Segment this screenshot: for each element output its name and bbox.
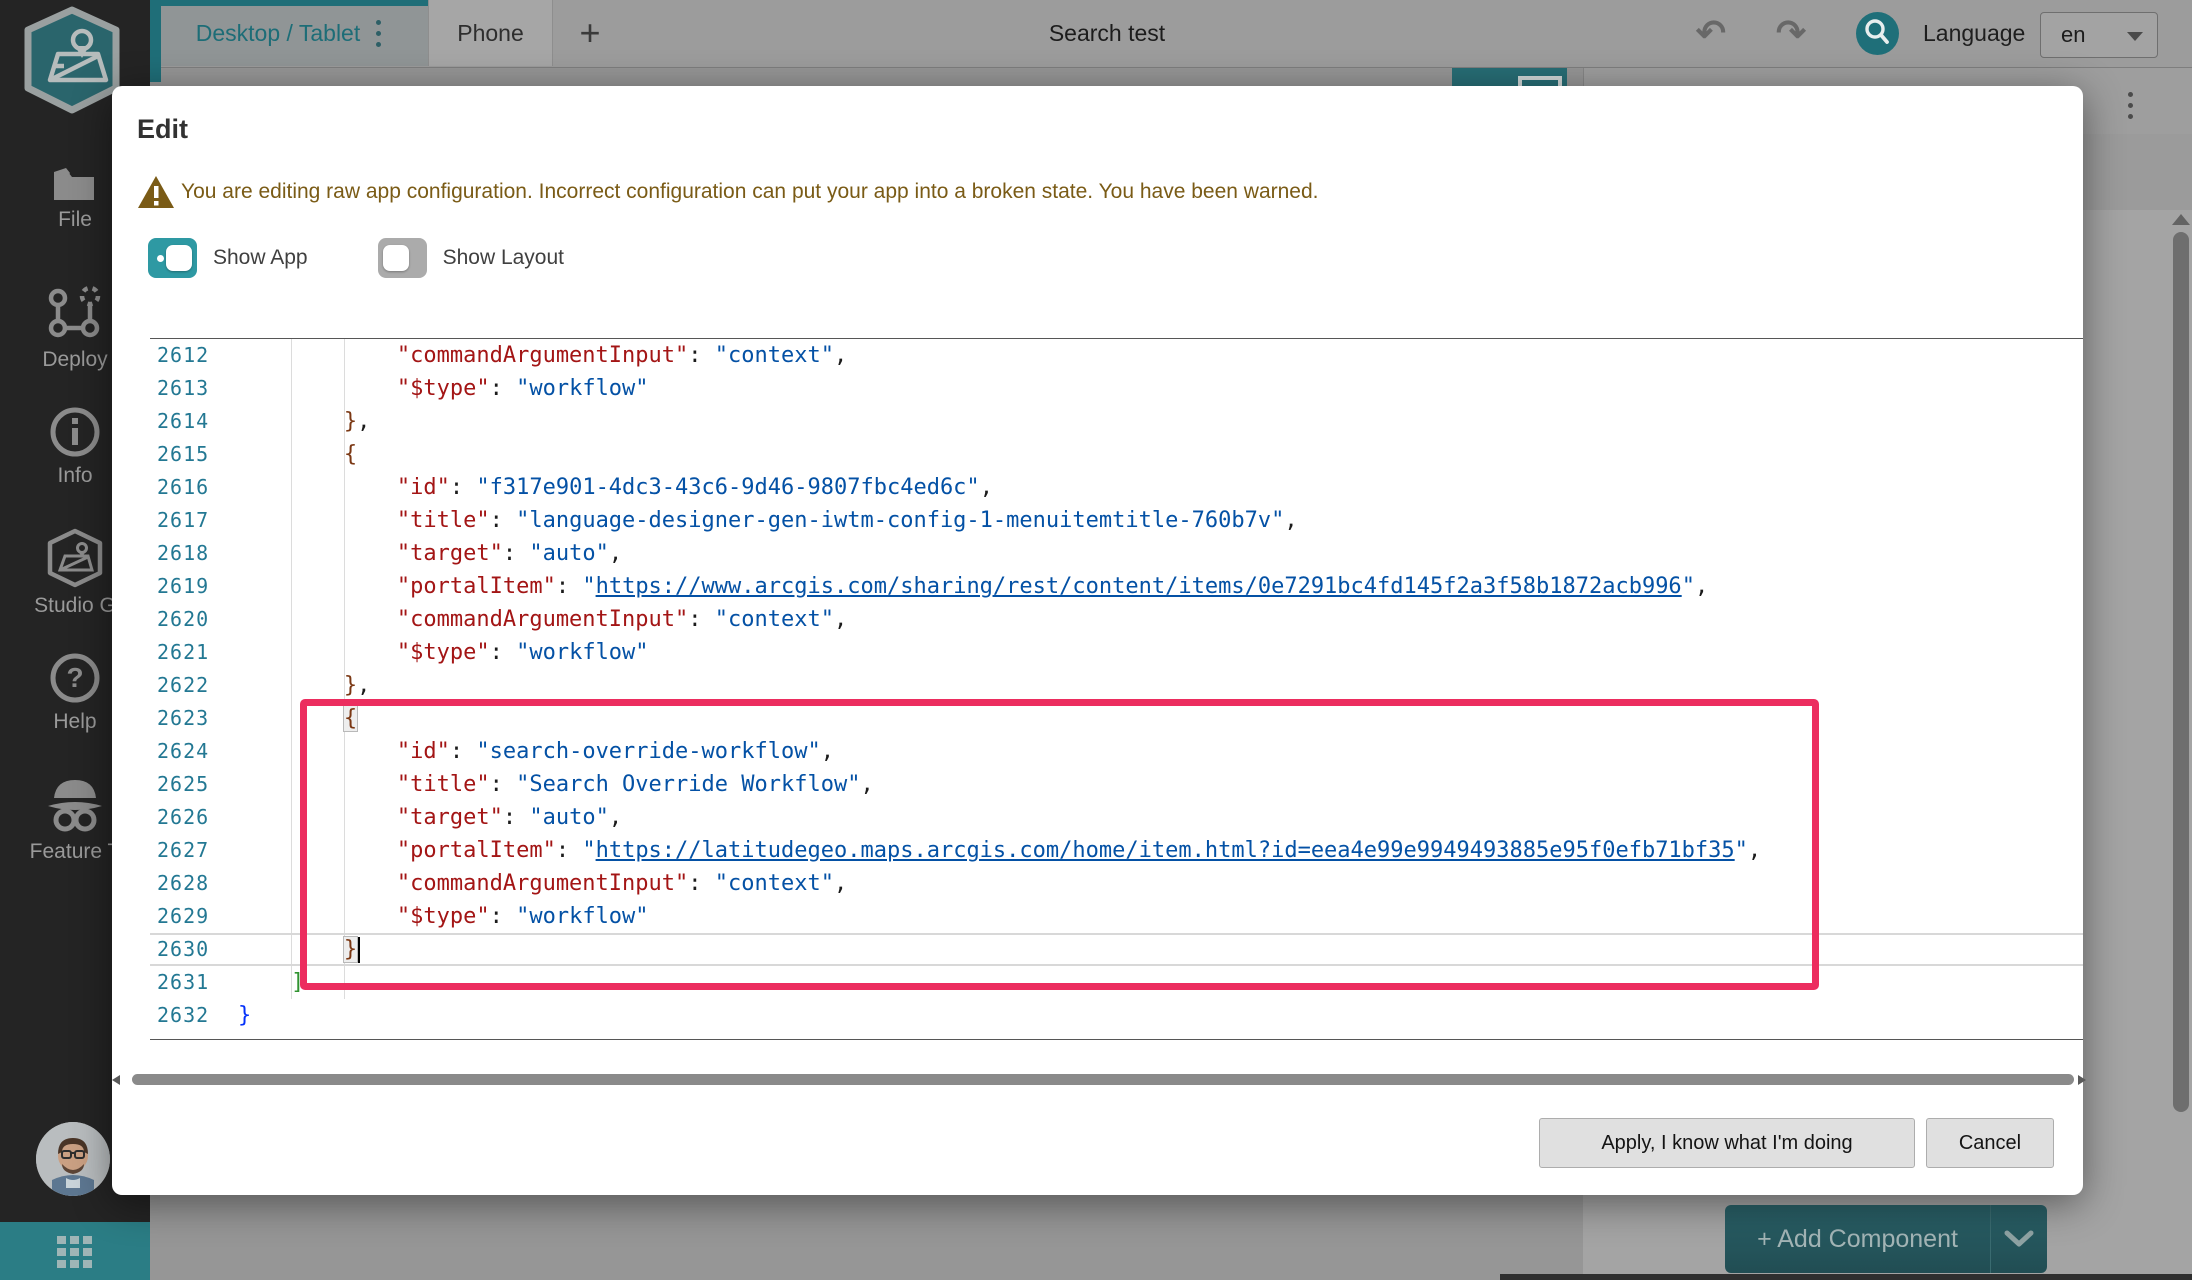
show-app-label: Show App xyxy=(213,246,308,270)
add-tab-button[interactable]: + xyxy=(566,0,614,66)
annotation-highlight-box xyxy=(300,699,1819,990)
code-line-2622[interactable]: 2622}, xyxy=(150,669,2083,702)
code-line-2613[interactable]: 2613"$type": "workflow" xyxy=(150,372,2083,405)
panel-scroll-up-arrow[interactable] xyxy=(2172,214,2190,225)
language-label: Language xyxy=(1923,0,2025,66)
code-line-2612[interactable]: 2612"commandArgumentInput": "context", xyxy=(150,339,2083,372)
warning-text: You are editing raw app configuration. I… xyxy=(181,180,1319,204)
studio-go-icon xyxy=(46,528,104,588)
code-line-2614[interactable]: 2614}, xyxy=(150,405,2083,438)
line-number: 2631 xyxy=(157,966,209,999)
dialog-title: Edit xyxy=(137,114,188,145)
app-root: + Add Component Desktop / Tablet Phone +… xyxy=(0,0,2192,1280)
code-line-2616[interactable]: 2616"id": "f317e901-4dc3-43c6-9d46-9807f… xyxy=(150,471,2083,504)
tab-label: Desktop / Tablet xyxy=(196,20,361,47)
line-number: 2616 xyxy=(157,471,209,504)
scroll-right-arrow[interactable] xyxy=(2078,1075,2086,1085)
panel-kebab-menu-icon[interactable] xyxy=(2128,86,2134,125)
info-icon xyxy=(49,406,101,458)
code-line-2617[interactable]: 2617"title": "language-designer-gen-iwtm… xyxy=(150,504,2083,537)
line-number: 2621 xyxy=(157,636,209,669)
line-number: 2632 xyxy=(157,999,209,1032)
dropdown-caret-icon xyxy=(2127,32,2143,41)
panel-scrollbar[interactable] xyxy=(2173,232,2189,1112)
toggle-knob xyxy=(166,245,192,271)
line-number: 2615 xyxy=(157,438,209,471)
toggle-knob xyxy=(383,245,409,271)
search-icon xyxy=(1856,12,1899,55)
line-number: 2628 xyxy=(157,867,209,900)
show-layout-toggle[interactable] xyxy=(378,238,427,278)
cancel-button[interactable]: Cancel xyxy=(1926,1118,2054,1168)
tab-desktop-tablet[interactable]: Desktop / Tablet xyxy=(150,0,428,66)
line-number: 2624 xyxy=(157,735,209,768)
app-logo[interactable] xyxy=(20,4,124,116)
redo-button[interactable]: ↷ xyxy=(1768,0,1814,66)
tab-phone[interactable]: Phone xyxy=(428,0,553,66)
code-line-2621[interactable]: 2621"$type": "workflow" xyxy=(150,636,2083,669)
line-number: 2619 xyxy=(157,570,209,603)
line-number: 2625 xyxy=(157,768,209,801)
top-header-bar: Desktop / Tablet Phone + Search test ↶ ↷… xyxy=(0,0,2192,68)
show-layout-label: Show Layout xyxy=(443,246,564,270)
line-number: 2623 xyxy=(157,702,209,735)
active-tab-accent xyxy=(150,0,428,6)
toggle-dot xyxy=(157,255,164,262)
scrollbar-thumb[interactable] xyxy=(132,1074,2074,1085)
tab-kebab-menu-icon[interactable] xyxy=(376,14,382,53)
add-component-label: + Add Component xyxy=(1725,1225,1990,1254)
code-line-2619[interactable]: 2619"portalItem": "https://www.arcgis.co… xyxy=(150,570,2083,603)
language-dropdown[interactable]: en xyxy=(2040,12,2158,58)
tab-label: Phone xyxy=(457,20,524,47)
line-number: 2612 xyxy=(157,339,209,372)
editor-horizontal-scrollbar[interactable] xyxy=(120,1073,2076,1085)
line-number: 2629 xyxy=(157,900,209,933)
edit-dialog: Edit You are editing raw app configurati… xyxy=(112,86,2083,1195)
show-app-toggle[interactable] xyxy=(148,238,197,278)
line-number: 2620 xyxy=(157,603,209,636)
code-line-2618[interactable]: 2618"target": "auto", xyxy=(150,537,2083,570)
toggle-row: Show App Show Layout xyxy=(148,238,634,278)
line-number: 2613 xyxy=(157,372,209,405)
feature-tips-icon xyxy=(42,772,108,834)
app-title: Search test xyxy=(957,0,1257,66)
line-number: 2630 xyxy=(157,933,209,966)
line-number: 2622 xyxy=(157,669,209,702)
line-number: 2627 xyxy=(157,834,209,867)
active-tab-accent-edge xyxy=(150,0,161,82)
apply-button[interactable]: Apply, I know what I'm doing xyxy=(1539,1118,1915,1168)
app-grid-icon[interactable] xyxy=(57,1236,97,1270)
undo-button[interactable]: ↶ xyxy=(1688,0,1734,66)
svg-text:?: ? xyxy=(66,662,83,693)
deploy-icon xyxy=(46,284,104,342)
line-number: 2614 xyxy=(157,405,209,438)
code-line-2632[interactable]: 2632} xyxy=(150,999,2083,1032)
help-icon: ? xyxy=(49,652,101,704)
line-number: 2626 xyxy=(157,801,209,834)
user-avatar[interactable] xyxy=(36,1122,110,1196)
language-value: en xyxy=(2061,22,2085,48)
code-line-2620[interactable]: 2620"commandArgumentInput": "context", xyxy=(150,603,2083,636)
folder-icon xyxy=(52,166,98,202)
line-number: 2618 xyxy=(157,537,209,570)
search-button[interactable] xyxy=(1856,12,1899,55)
warning-banner: You are editing raw app configuration. I… xyxy=(137,174,1319,210)
canvas-bottom-edge xyxy=(1500,1274,2192,1280)
scroll-left-arrow[interactable] xyxy=(112,1075,120,1085)
warning-icon xyxy=(137,174,175,210)
add-component-button[interactable]: + Add Component xyxy=(1725,1205,2047,1273)
chevron-down-icon[interactable] xyxy=(1991,1230,2047,1248)
code-line-2615[interactable]: 2615{ xyxy=(150,438,2083,471)
line-number: 2617 xyxy=(157,504,209,537)
